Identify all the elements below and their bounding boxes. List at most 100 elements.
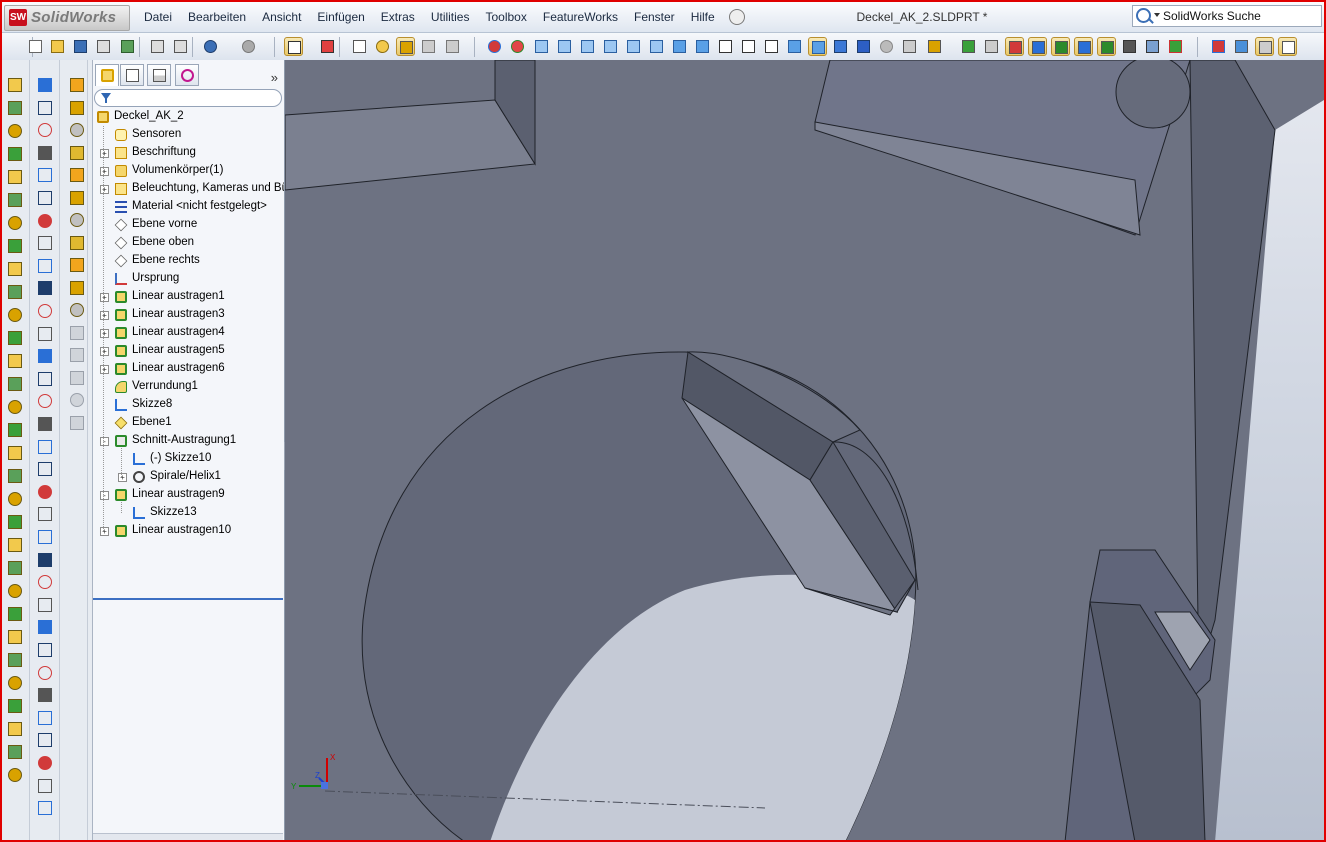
command-button-1-1[interactable] (6, 76, 24, 94)
options-button[interactable] (118, 37, 137, 56)
shape-button[interactable] (1255, 37, 1274, 56)
command-button-1-25[interactable] (6, 628, 24, 646)
photoworks-button[interactable] (1166, 37, 1185, 56)
command-button-2-6[interactable] (36, 189, 54, 207)
view-left-button[interactable] (578, 37, 597, 56)
menu-item-ansicht[interactable]: Ansicht (254, 9, 309, 27)
tree-item[interactable]: + Linear austragen6 (93, 360, 284, 378)
command-button-3-10[interactable] (68, 279, 86, 297)
command-button-1-24[interactable] (6, 605, 24, 623)
tab-dimxpert-manager[interactable] (175, 64, 199, 86)
command-button-1-18[interactable] (6, 467, 24, 485)
tree-item[interactable]: Deckel_AK_2 (93, 108, 284, 126)
tree-item[interactable]: Ebene rechts (93, 252, 284, 270)
shaded-button[interactable] (808, 37, 827, 56)
view-lights-button[interactable] (1097, 37, 1116, 56)
command-button-2-14[interactable] (36, 370, 54, 388)
expand-icon[interactable]: + (100, 149, 109, 158)
redo-button[interactable] (239, 37, 258, 56)
view-sketches-button[interactable] (1028, 37, 1047, 56)
tree-item[interactable]: Sensoren (93, 126, 284, 144)
view-axes-button[interactable] (959, 37, 978, 56)
menu-item-datei[interactable]: Datei (136, 9, 180, 27)
view-origins-button[interactable] (982, 37, 1001, 56)
curvature-button[interactable] (900, 37, 919, 56)
expand-icon[interactable]: + (118, 473, 127, 482)
command-button-2-2[interactable] (36, 99, 54, 117)
tree-item[interactable]: Ebene oben (93, 234, 284, 252)
menu-item-toolbox[interactable]: Toolbox (477, 9, 534, 27)
command-button-2-25[interactable] (36, 618, 54, 636)
select-button[interactable] (284, 37, 303, 56)
view-top-button[interactable] (624, 37, 643, 56)
save-button[interactable] (71, 37, 90, 56)
command-button-1-28[interactable] (6, 697, 24, 715)
command-button-3-7[interactable] (68, 211, 86, 229)
smart-dimension-button[interactable] (396, 37, 415, 56)
view-right-button[interactable] (601, 37, 620, 56)
command-button-1-12[interactable] (6, 329, 24, 347)
help-button[interactable] (373, 37, 392, 56)
command-button-1-13[interactable] (6, 352, 24, 370)
command-button-1-21[interactable] (6, 536, 24, 554)
menu-item-featureworks[interactable]: FeatureWorks (535, 9, 626, 27)
new-document-button[interactable] (26, 37, 45, 56)
command-button-1-26[interactable] (6, 651, 24, 669)
command-button-2-29[interactable] (36, 709, 54, 727)
traffic-light-button[interactable] (318, 37, 337, 56)
command-button-2-21[interactable] (36, 528, 54, 546)
menu-item-bearbeiten[interactable]: Bearbeiten (180, 9, 254, 27)
print-button[interactable] (148, 37, 167, 56)
menu-item-utilities[interactable]: Utilities (423, 9, 478, 27)
command-button-1-2[interactable] (6, 99, 24, 117)
command-button-2-15[interactable] (36, 392, 54, 410)
command-button-2-24[interactable] (36, 596, 54, 614)
command-button-1-20[interactable] (6, 513, 24, 531)
command-button-3-15[interactable] (68, 391, 86, 409)
expand-icon[interactable]: + (100, 185, 109, 194)
command-button-3-8[interactable] (68, 234, 86, 252)
tab-configuration-manager[interactable] (147, 64, 171, 86)
command-button-3-6[interactable] (68, 189, 86, 207)
command-button-1-23[interactable] (6, 582, 24, 600)
command-button-2-12[interactable] (36, 325, 54, 343)
menu-item-extras[interactable]: Extras (373, 9, 423, 27)
command-button-1-19[interactable] (6, 490, 24, 508)
command-button-2-11[interactable] (36, 302, 54, 320)
color-wheel-button[interactable] (508, 37, 527, 56)
open-button[interactable] (48, 37, 67, 56)
view-back-button[interactable] (555, 37, 574, 56)
command-button-1-15[interactable] (6, 398, 24, 416)
view-front-button[interactable] (532, 37, 551, 56)
tree-item[interactable]: Ursprung (93, 270, 284, 288)
command-button-1-4[interactable] (6, 145, 24, 163)
shaded-edges-button[interactable] (785, 37, 804, 56)
command-button-2-16[interactable] (36, 415, 54, 433)
command-button-2-10[interactable] (36, 279, 54, 297)
pin-icon[interactable] (728, 9, 745, 25)
zoom-button[interactable] (171, 37, 190, 56)
view-dims-button[interactable] (1074, 37, 1093, 56)
instant3d-button[interactable] (443, 37, 462, 56)
command-button-2-26[interactable] (36, 641, 54, 659)
tab-feature-tree[interactable] (95, 64, 119, 86)
normal-to-button[interactable] (693, 37, 712, 56)
command-button-1-14[interactable] (6, 375, 24, 393)
command-button-2-27[interactable] (36, 664, 54, 682)
command-button-1-11[interactable] (6, 306, 24, 324)
command-button-1-30[interactable] (6, 743, 24, 761)
view-planes-button[interactable] (925, 37, 944, 56)
search-input[interactable]: SolidWorks Suche (1163, 9, 1261, 23)
command-button-3-3[interactable] (68, 121, 86, 139)
tree-item[interactable]: Ebene1 (93, 414, 284, 432)
print-preview-button[interactable] (94, 37, 113, 56)
command-button-3-2[interactable] (68, 99, 86, 117)
expand-icon[interactable]: + (100, 167, 109, 176)
collapse-icon[interactable]: - (100, 491, 109, 500)
command-button-3-9[interactable] (68, 256, 86, 274)
tree-item[interactable]: + Linear austragen4 (93, 324, 284, 342)
command-button-3-16[interactable] (68, 414, 86, 432)
expand-icon[interactable]: + (100, 293, 109, 302)
realview-button[interactable] (877, 37, 896, 56)
expand-icon[interactable]: + (100, 527, 109, 536)
